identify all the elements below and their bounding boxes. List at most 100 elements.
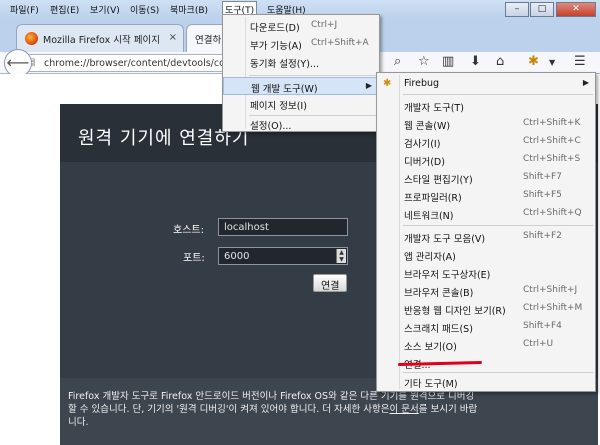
menu-item-firebug[interactable]: ✱ Firebug ▶ <box>377 75 595 93</box>
menu-item-sync[interactable]: 동기화 설정(Y)... <box>223 53 379 71</box>
menu-item-scratchpad[interactable]: 스크래치 패드(S) Shift+F4 <box>377 318 595 336</box>
menu-item-web-developer[interactable]: 웹 개발 도구(W) ▶ <box>223 77 379 95</box>
menu-item-shortcut: Ctrl+U <box>523 339 554 349</box>
back-button[interactable]: ⟵ <box>4 49 32 77</box>
menu-item-responsive-design[interactable]: 반응형 웹 디자인 보기(R) Ctrl+Shift+M <box>377 300 595 318</box>
menu-item-label: 소스 보기(O) <box>404 342 457 353</box>
menu-item-label: 부가 기능(A) <box>250 41 302 52</box>
menu-view[interactable]: 보기(V) <box>88 2 122 17</box>
port-input[interactable]: 6000 ▲ ▼ <box>218 247 348 265</box>
menu-item-shortcut: Shift+F4 <box>523 321 562 331</box>
menu-file[interactable]: 파일(F) <box>8 2 41 17</box>
star-icon[interactable]: ☆ <box>418 54 430 69</box>
menu-item-developer-tools[interactable]: 개발자 도구(T) <box>377 97 595 115</box>
maximize-button[interactable]: □ <box>530 2 554 17</box>
web-developer-menu: ✱ Firebug ▶ 개발자 도구(T) 웹 콘솔(W) Ctrl+Shift… <box>376 72 596 392</box>
tab-label: Mozilla Firefox 시작 페이지 <box>43 35 160 46</box>
host-label: 호스트: <box>173 225 204 236</box>
menu-item-label: 개발자 도구 모음(V) <box>404 234 486 245</box>
tools-menu: 다운로드(D) Ctrl+J 부가 기능(A) Ctrl+Shift+A 동기화… <box>222 14 380 132</box>
url-bar[interactable]: chrome://browser/content/devtools/co <box>24 54 225 72</box>
menu-separator <box>403 225 593 226</box>
close-tab-icon[interactable]: × <box>169 32 177 43</box>
menu-bookmarks[interactable]: 북마크(B) <box>168 2 210 17</box>
close-window-button[interactable]: ✕ <box>556 2 596 17</box>
menu-item-shortcut: Ctrl+Shift+M <box>523 303 583 313</box>
menu-item-view-source[interactable]: 소스 보기(O) Ctrl+U <box>377 336 595 354</box>
firefox-icon <box>25 32 38 45</box>
host-input[interactable]: localhost <box>218 218 348 236</box>
menu-item-more-tools[interactable]: 기타 도구(M) <box>377 373 595 391</box>
menu-item-label: 웹 개발 도구(W) <box>251 84 318 95</box>
url-text: chrome://browser/content/devtools/co <box>44 58 225 69</box>
home-icon[interactable]: ⌂ <box>496 54 504 69</box>
menu-item-style-editor[interactable]: 스타일 편집기(Y) Shift+F7 <box>377 169 595 187</box>
menu-item-label: 프로파일러(R) <box>404 193 462 204</box>
menu-item-shortcut: Shift+F5 <box>523 190 562 200</box>
firebug-icon: ✱ <box>383 78 392 89</box>
menu-item-shortcut: Ctrl+Shift+J <box>523 285 578 295</box>
menu-item-label: 앱 관리자(A) <box>404 252 456 263</box>
menu-item-shortcut: Ctrl+Shift+K <box>523 118 581 128</box>
menu-item-developer-toolbar[interactable]: 개발자 도구 모음(V) Shift+F2 <box>377 228 595 246</box>
menu-edit[interactable]: 편집(E) <box>48 2 81 17</box>
menu-item-label: 기타 도구(M) <box>404 379 458 390</box>
menu-item-label: 네트워크(N) <box>404 211 454 222</box>
reader-icon[interactable]: ▥ <box>442 54 454 69</box>
menu-item-page-info[interactable]: 페이지 정보(I) <box>223 95 379 113</box>
menu-item-app-manager[interactable]: 앱 관리자(A) <box>377 246 595 264</box>
tab-firefox-start[interactable]: Mozilla Firefox 시작 페이지 × <box>16 24 184 52</box>
tab-label: 연결하 <box>195 35 222 46</box>
submenu-arrow-icon: ▶ <box>365 81 372 90</box>
menu-item-shortcut: Ctrl+J <box>311 20 338 30</box>
menu-item-downloads[interactable]: 다운로드(D) Ctrl+J <box>223 17 379 35</box>
menu-item-label: 개발자 도구(T) <box>404 103 464 114</box>
menu-item-network[interactable]: 네트워크(N) Ctrl+Shift+Q <box>377 205 595 223</box>
chevron-down-icon[interactable]: ▼ <box>549 58 555 67</box>
menu-item-label: 동기화 설정(Y)... <box>250 59 319 70</box>
menu-item-profiler[interactable]: 프로파일러(R) Shift+F5 <box>377 187 595 205</box>
menu-item-label: 설정(O)... <box>250 121 292 132</box>
connect-button[interactable]: 연결 <box>313 274 348 292</box>
docs-link[interactable]: 이 문서 <box>389 404 418 415</box>
menu-item-label: 페이지 정보(I) <box>250 101 307 112</box>
menu-item-web-console[interactable]: 웹 콘솔(W) Ctrl+Shift+K <box>377 115 595 133</box>
menu-item-shortcut: Ctrl+Shift+Q <box>523 208 582 218</box>
firebug-icon[interactable]: ✱ <box>528 54 539 69</box>
menu-item-label: 반응형 웹 디자인 보기(R) <box>404 306 506 317</box>
menu-item-addons[interactable]: 부가 기능(A) Ctrl+Shift+A <box>223 35 379 53</box>
minimize-button[interactable]: – <box>505 2 529 17</box>
menu-item-label: 브라우저 콘솔(B) <box>404 288 474 299</box>
submenu-arrow-icon: ▶ <box>582 78 589 87</box>
menu-item-label: 브라우저 도구상자(E) <box>404 270 491 281</box>
menu-item-label: 다운로드(D) <box>250 23 300 34</box>
port-value: 6000 <box>224 251 250 262</box>
footer-text: Firefox 개발자 도구로 Firefox 안드로이드 버전이나 Firef… <box>68 390 478 429</box>
menu-item-shortcut: Shift+F7 <box>523 172 562 182</box>
search-icon[interactable]: ⌕ <box>394 54 401 69</box>
menu-go[interactable]: 이동(S) <box>128 2 161 17</box>
menu-item-browser-console[interactable]: 브라우저 콘솔(B) Ctrl+Shift+J <box>377 282 595 300</box>
port-spinner[interactable]: ▲ ▼ <box>336 249 346 263</box>
download-icon[interactable]: ⬇ <box>470 54 481 69</box>
port-label: 포트: <box>183 253 205 264</box>
back-arrow-icon: ⟵ <box>6 53 30 72</box>
menu-item-browser-toolbox[interactable]: 브라우저 도구상자(E) <box>377 264 595 282</box>
menu-item-inspector[interactable]: 검사기(I) Ctrl+Shift+C <box>377 133 595 151</box>
menu-item-options[interactable]: 설정(O)... <box>223 115 379 133</box>
menu-item-label: 디버거(D) <box>404 157 445 168</box>
menu-item-shortcut: Ctrl+Shift+S <box>523 154 581 164</box>
menu-item-label: 스타일 편집기(Y) <box>404 175 473 186</box>
menu-separator <box>403 94 593 95</box>
host-value: localhost <box>224 222 269 233</box>
menu-item-shortcut: Ctrl+Shift+C <box>523 136 581 146</box>
menu-item-label: 검사기(I) <box>404 139 441 150</box>
menu-item-debugger[interactable]: 디버거(D) Ctrl+Shift+S <box>377 151 595 169</box>
menu-item-shortcut: Ctrl+Shift+A <box>311 38 369 48</box>
menu-item-label: 스크래치 패드(S) <box>404 324 473 335</box>
menu-item-label: Firebug <box>404 78 440 89</box>
menu-item-label: 웹 콘솔(W) <box>404 121 451 132</box>
menu-separator <box>249 75 377 76</box>
menu-item-shortcut: Shift+F2 <box>523 231 562 241</box>
menu-icon[interactable]: ☰ <box>574 54 586 69</box>
